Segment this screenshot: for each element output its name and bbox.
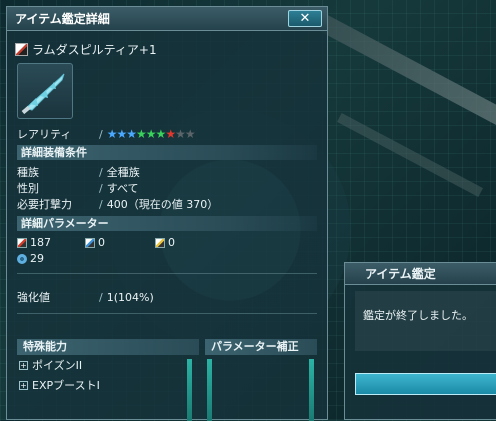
star-icon: ★ [145, 127, 157, 141]
separator-slash: / [99, 197, 103, 211]
separator-slash: / [99, 165, 103, 179]
appraisal-dialog: アイテム鑑定 鑑定が終了しました。 [344, 262, 496, 420]
star-icon: ★ [155, 127, 167, 141]
tech-attack-icon [155, 237, 165, 248]
stat-ranged: 0 [85, 236, 105, 249]
expand-plus-icon: + [19, 360, 28, 370]
dialog-title: アイテム鑑定 [345, 263, 496, 285]
item-appraisal-detail-window: アイテム鑑定詳細 ✕ ラムダスピルティア+1 レアリティ / ★★★★★★★★★… [6, 6, 328, 421]
parameter-bonus-header: パラメーター補正 [205, 339, 317, 355]
bonus-scrollbar-left[interactable] [207, 359, 212, 421]
star-empty-icon: ★ [175, 127, 186, 141]
expand-plus-icon: + [19, 380, 28, 390]
stat-ranged-value: 0 [98, 236, 105, 249]
sword-icon [21, 73, 65, 115]
rarity-row: レアリティ / ★★★★★★★★★ [17, 126, 196, 142]
race-value: 全種族 [106, 166, 140, 179]
grind-value: 1(104%) [106, 290, 154, 304]
required-attack-label: 必要打撃力 [17, 198, 72, 211]
star-empty-icon: ★ [184, 127, 196, 141]
required-attack-value: 400（現在の値 370） [106, 198, 219, 211]
sword-category-icon [15, 42, 28, 56]
close-icon: ✕ [299, 11, 311, 26]
window-title: アイテム鑑定詳細 [15, 12, 110, 26]
ability-name: ポイズンII [32, 359, 83, 372]
grind-label: 強化値 [17, 291, 50, 304]
separator-slash: / [99, 290, 103, 304]
melee-attack-icon [17, 237, 27, 248]
divider [17, 273, 317, 274]
divider [17, 313, 317, 314]
equip-row-required-attack: 必要打撃力 / 400（現在の値 370） [17, 196, 218, 212]
special-abilities-header: 特殊能力 [17, 339, 199, 355]
star-icon: ★ [165, 127, 176, 141]
ability-name: EXPブーストI [32, 379, 100, 392]
parameters-header: 詳細パラメーター [17, 216, 317, 231]
gender-value: すべて [106, 182, 139, 195]
stat-melee: 187 [17, 236, 51, 249]
dialog-message: 鑑定が終了しました。 [355, 291, 496, 351]
stat-dexterity: 29 [17, 252, 44, 265]
item-thumbnail [17, 63, 73, 119]
stat-dexterity-value: 29 [30, 252, 44, 265]
background-beam [308, 9, 496, 129]
bonus-scrollbar-right[interactable] [309, 359, 314, 421]
grind-row: 強化値 / 1(104%) [17, 289, 154, 305]
ability-item[interactable]: + ポイズンII [19, 357, 82, 373]
gender-label: 性別 [17, 182, 39, 195]
rarity-stars: ★★★★★★★★★ [107, 127, 196, 141]
dialog-confirm-button[interactable] [355, 373, 496, 395]
ranged-attack-icon [85, 237, 95, 248]
equip-conditions-header: 詳細装備条件 [17, 145, 317, 160]
stat-tech-value: 0 [168, 236, 175, 249]
race-label: 種族 [17, 166, 39, 179]
item-name: ラムダスピルティア+1 [32, 42, 157, 57]
star-icon: ★ [126, 127, 137, 141]
window-titlebar: アイテム鑑定詳細 [7, 7, 327, 31]
rarity-label: レアリティ [17, 128, 72, 141]
equip-row-gender: 性別 / すべて [17, 180, 139, 196]
star-icon: ★ [116, 127, 127, 141]
stat-melee-value: 187 [30, 236, 51, 249]
separator-slash: / [99, 127, 103, 141]
equip-row-race: 種族 / 全種族 [17, 164, 140, 180]
dexterity-gear-icon [17, 253, 27, 264]
separator-slash: / [99, 181, 103, 195]
ability-item[interactable]: + EXPブーストI [19, 377, 100, 393]
background-beam-small [337, 113, 483, 197]
abilities-scrollbar[interactable] [187, 359, 192, 421]
stat-tech: 0 [155, 236, 175, 249]
star-icon: ★ [136, 127, 147, 141]
close-button[interactable]: ✕ [288, 10, 322, 27]
item-name-row: ラムダスピルティア+1 [15, 41, 157, 57]
